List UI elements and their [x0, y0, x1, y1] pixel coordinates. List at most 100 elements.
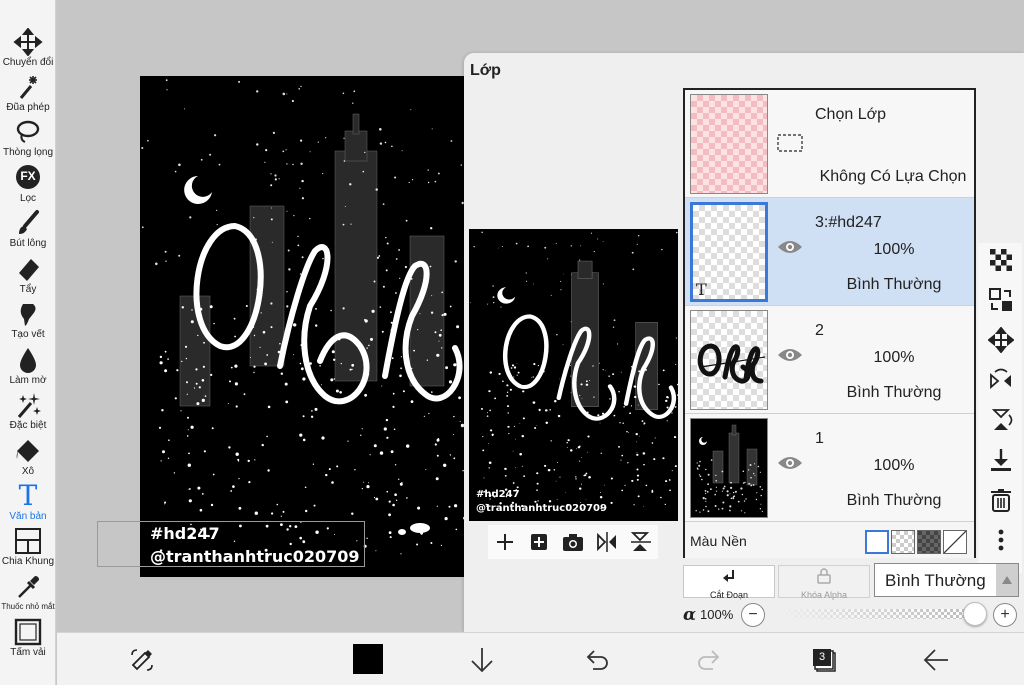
selection-layer-row[interactable]: Chọn Lớp Không Có Lựa Chọn	[685, 90, 974, 198]
tool-label: Làm mờ	[9, 375, 47, 386]
layer-opacity: 100%	[873, 349, 915, 366]
layer-panel: Lớp #hd247 @tranthanhtruc020709 Chọn Lớp…	[464, 53, 1024, 632]
flip-horizontal-icon[interactable]	[594, 529, 620, 555]
more-options-icon[interactable]	[988, 527, 1014, 553]
layer-blend-mode: Bình Thường	[846, 276, 942, 293]
clipping-button[interactable]: Cắt Đoạn	[683, 565, 775, 600]
layer-thumbnail-2	[690, 310, 768, 410]
layer-row-2[interactable]: 2 100% Bình Thường	[685, 306, 974, 414]
background-label: Màu Nền	[690, 533, 747, 549]
clip-arrow-icon	[723, 570, 734, 582]
tool-label: Thuốc nhỏ mắt	[1, 602, 55, 611]
tool-filter[interactable]: FX Lọc	[0, 164, 56, 204]
tool-lasso[interactable]: Thòng lọng	[0, 118, 56, 158]
layer-opacity: 100%	[873, 241, 915, 258]
layer-list: Chọn Lớp Không Có Lựa Chọn T 3:#hd247 10…	[683, 88, 976, 558]
layer-row-3[interactable]: T 3:#hd247 100% Bình Thường	[685, 198, 974, 306]
tool-frame-divider[interactable]: Chia Khung	[0, 527, 56, 567]
tool-label: Chuyển đổi	[2, 57, 54, 68]
add-layer-icon[interactable]	[492, 529, 518, 555]
primary-color-swatch[interactable]	[353, 644, 383, 674]
blur-icon	[20, 348, 36, 373]
tool-special[interactable]: Đặc biệt	[0, 391, 56, 431]
tool-sidebar: Chuyển đổi Đũa phép Thòng lọng FX Lọc Bú…	[0, 0, 56, 685]
bucket-icon	[16, 440, 39, 462]
preview-toolbar	[488, 525, 658, 559]
bottom-toolbar: 3	[57, 632, 1024, 685]
bg-white-swatch[interactable]	[865, 530, 889, 554]
clipping-label: Cắt Đoạn	[709, 590, 749, 600]
selection-layer-name: Chọn Lớp	[815, 106, 886, 123]
tool-label: Đũa phép	[6, 102, 50, 113]
opacity-slider-track[interactable]	[779, 609, 975, 619]
visibility-eye-icon[interactable]	[777, 238, 803, 256]
opacity-increase-button[interactable]: +	[993, 603, 1017, 627]
tool-label: Tạo vết	[11, 329, 45, 340]
alpha-symbol: α	[683, 605, 697, 625]
flip-vertical-icon[interactable]	[628, 529, 654, 555]
artwork-canvas[interactable]	[140, 76, 466, 577]
eyedropper-icon	[18, 576, 39, 598]
swap-layer-icon[interactable]	[988, 287, 1014, 313]
bg-transparent-swatch[interactable]	[891, 530, 915, 554]
selection-thumbnail	[690, 94, 768, 194]
tool-move[interactable]: Chuyển đổi	[0, 28, 56, 68]
tool-eyedropper[interactable]: Thuốc nhỏ mắt	[0, 573, 56, 611]
artwork-image	[141, 79, 466, 555]
add-layer-copy-icon[interactable]	[526, 529, 552, 555]
layer-thumbnail-1	[690, 418, 768, 518]
layers-button[interactable]: 3	[809, 645, 839, 675]
tool-label: Đặc biệt	[9, 420, 47, 431]
layer-name: 2	[815, 322, 824, 339]
opacity-decrease-button[interactable]: −	[741, 603, 765, 627]
layer-thumbnail-3: T	[690, 202, 768, 302]
panel-title: Lớp	[470, 62, 501, 79]
visibility-eye-icon[interactable]	[777, 454, 803, 472]
tool-blur[interactable]: Làm mờ	[0, 346, 56, 386]
tool-brush[interactable]: Bút lông	[0, 209, 56, 249]
eraser-icon	[19, 259, 39, 281]
tool-label: Bút lông	[9, 238, 47, 249]
visibility-eye-icon[interactable]	[777, 346, 803, 364]
merge-down-icon[interactable]	[988, 447, 1014, 473]
arrow-down-icon[interactable]	[467, 645, 497, 675]
tool-canvas[interactable]: Tấm vải	[0, 618, 56, 658]
tool-bucket[interactable]: Xô	[0, 437, 56, 477]
move-layer-icon[interactable]	[988, 327, 1014, 353]
frame-divider-icon	[15, 528, 41, 554]
redo-icon[interactable]	[695, 645, 725, 675]
fx-badge: FX	[20, 169, 36, 183]
preview-hashtag: #hd247	[476, 489, 520, 500]
blend-mode-select[interactable]: Bình Thường	[874, 563, 1019, 597]
layer-name: 3:#hd247	[815, 214, 882, 231]
bg-none-swatch[interactable]	[943, 530, 967, 554]
blend-dropdown-arrow[interactable]	[996, 564, 1018, 596]
layer-count: 3	[813, 649, 831, 666]
tool-eraser[interactable]: Tẩy	[0, 255, 56, 295]
tool-label: Lọc	[19, 193, 37, 204]
artwork-hashtag[interactable]: #hd247	[150, 524, 220, 543]
tool-text[interactable]: T Văn bản	[0, 482, 56, 523]
tool-smudge[interactable]: Tạo vết	[0, 300, 56, 340]
bg-dark-checker-swatch[interactable]	[917, 530, 941, 554]
undo-icon[interactable]	[581, 645, 611, 675]
layer-1-preview	[695, 424, 763, 514]
back-arrow-icon[interactable]	[921, 645, 951, 675]
layer-row-1[interactable]: 1 100% Bình Thường	[685, 414, 974, 522]
alpha-lock-button[interactable]: Khóa Alpha	[778, 565, 870, 600]
checker-icon[interactable]	[988, 247, 1014, 273]
camera-icon[interactable]	[560, 529, 586, 555]
trash-icon[interactable]	[988, 487, 1014, 513]
navigator-preview[interactable]: #hd247 @tranthanhtruc020709	[469, 229, 678, 521]
artwork-handle[interactable]: @tranthanhtruc020709	[150, 547, 360, 566]
quick-tools-icon[interactable]	[127, 645, 157, 675]
tool-label: Xô	[21, 466, 35, 477]
layer-blend-mode: Bình Thường	[846, 384, 942, 401]
flip-layer-horizontal-icon[interactable]	[988, 367, 1014, 393]
opacity-row: α 100% − +	[683, 601, 1023, 629]
triangle-up-icon	[1002, 576, 1012, 584]
tool-magic-wand[interactable]: Đũa phép	[0, 73, 56, 113]
flip-layer-vertical-icon[interactable]	[988, 407, 1014, 433]
layer-2-preview	[697, 343, 766, 384]
opacity-slider-thumb[interactable]	[963, 602, 987, 626]
